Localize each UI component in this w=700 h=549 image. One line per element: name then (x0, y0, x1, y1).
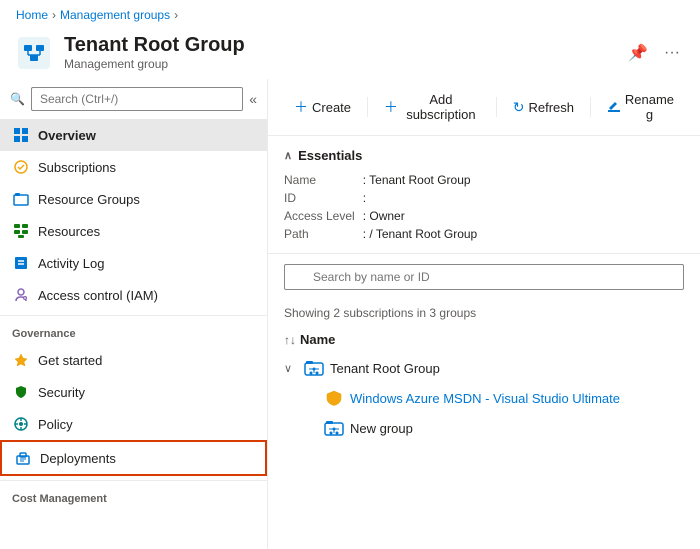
sidebar-search-input[interactable] (31, 87, 243, 111)
resources-icon (12, 222, 30, 240)
page-title-block: Tenant Root Group Management group (64, 34, 245, 71)
page-subtitle: Management group (64, 57, 245, 71)
subscription-icon (324, 388, 344, 408)
sidebar-item-label-policy: Policy (38, 417, 73, 432)
sidebar-item-label-overview: Overview (38, 128, 96, 143)
tree-azure-msdn-label[interactable]: Windows Azure MSDN - Visual Studio Ultim… (350, 391, 620, 406)
policy-icon (12, 415, 30, 433)
governance-section-label: Governance (0, 315, 267, 344)
content-search-input[interactable] (284, 264, 684, 290)
tree-item-azure-msdn[interactable]: Windows Azure MSDN - Visual Studio Ultim… (316, 383, 692, 413)
subscriptions-icon (12, 158, 30, 176)
id-value: : (363, 191, 684, 205)
search-icon: 🔍 (10, 92, 25, 106)
sort-icon[interactable]: ↑↓ (284, 333, 296, 347)
header-actions: 📌 ··· (624, 39, 684, 67)
toolbar-separator-2 (496, 97, 497, 117)
sidebar-item-activity-log[interactable]: Activity Log (0, 247, 267, 279)
resource-groups-icon (12, 190, 30, 208)
more-options-button[interactable]: ··· (660, 40, 684, 66)
cost-management-section-label: Cost Management (0, 480, 267, 509)
name-label: Name (284, 173, 355, 187)
add-subscription-label: Add subscription (402, 92, 480, 122)
path-label: Path (284, 227, 355, 241)
content-area: ＋ Create ＋ Add subscription ↻ Refresh Re… (268, 79, 700, 549)
sidebar-item-resources[interactable]: Resources (0, 215, 267, 247)
security-icon (12, 383, 30, 401)
name-col-label: Name (300, 332, 335, 347)
content-search-area: 🔍 (284, 264, 684, 290)
sidebar-search-box: 🔍 « (0, 79, 267, 119)
get-started-icon (12, 351, 30, 369)
content-search-wrapper: 🔍 (284, 264, 684, 290)
breadcrumb-home[interactable]: Home (16, 8, 48, 22)
essentials-grid: Name : Tenant Root Group ID : Access Lev… (284, 173, 684, 241)
tree-container: ∨ Tenant Root Group Windows Azure MSDN -… (268, 353, 700, 443)
activity-log-icon (12, 254, 30, 272)
deployments-icon (14, 449, 32, 467)
access-control-icon (12, 286, 30, 304)
sidebar-item-label-get-started: Get started (38, 353, 102, 368)
breadcrumb-management-groups[interactable]: Management groups (60, 8, 170, 22)
search-collapse-button[interactable]: « (249, 91, 257, 107)
id-label: ID (284, 191, 355, 205)
toolbar-separator-1 (367, 97, 368, 117)
essentials-header: ∧ Essentials (284, 148, 684, 163)
sidebar: 🔍 « Overview Subscriptions Resource Grou… (0, 79, 268, 549)
sidebar-item-security[interactable]: Security (0, 376, 267, 408)
pin-button[interactable]: 📌 (624, 39, 652, 67)
refresh-label: Refresh (528, 100, 574, 115)
sidebar-item-overview[interactable]: Overview (0, 119, 267, 151)
sidebar-item-deployments[interactable]: Deployments (0, 440, 267, 476)
tree-tenant-root-label: Tenant Root Group (330, 361, 440, 376)
tree-children: Windows Azure MSDN - Visual Studio Ultim… (276, 383, 692, 443)
essentials-section: ∧ Essentials Name : Tenant Root Group ID… (268, 136, 700, 254)
refresh-button[interactable]: ↻ Refresh (503, 94, 584, 121)
create-button[interactable]: ＋ Create (284, 92, 361, 122)
rename-label: Rename g (625, 92, 674, 122)
name-value: : Tenant Root Group (363, 173, 684, 187)
sidebar-item-resource-groups[interactable]: Resource Groups (0, 183, 267, 215)
tree-new-group-label: New group (350, 421, 413, 436)
access-label: Access Level (284, 209, 355, 223)
toolbar-separator-3 (590, 97, 591, 117)
sidebar-item-label-deployments: Deployments (40, 451, 116, 466)
create-icon: ＋ (294, 97, 308, 117)
add-subscription-button[interactable]: ＋ Add subscription (374, 87, 490, 127)
rename-button[interactable]: Rename g (597, 87, 684, 127)
access-value: : Owner (363, 209, 684, 223)
toolbar: ＋ Create ＋ Add subscription ↻ Refresh Re… (268, 79, 700, 136)
sidebar-item-label-resources: Resources (38, 224, 100, 239)
sidebar-item-get-started[interactable]: Get started (0, 344, 267, 376)
overview-icon (12, 126, 30, 144)
main-container: 🔍 « Overview Subscriptions Resource Grou… (0, 79, 700, 549)
breadcrumb: Home › Management groups › (0, 0, 700, 30)
sidebar-item-access-control[interactable]: Access control (IAM) (0, 279, 267, 311)
sidebar-item-subscriptions[interactable]: Subscriptions (0, 151, 267, 183)
sidebar-item-label-activity-log: Activity Log (38, 256, 104, 271)
refresh-icon: ↻ (513, 99, 525, 116)
page-header: Tenant Root Group Management group 📌 ··· (0, 30, 700, 79)
sidebar-item-label-resource-groups: Resource Groups (38, 192, 140, 207)
sidebar-item-label-subscriptions: Subscriptions (38, 160, 116, 175)
essentials-chevron-icon[interactable]: ∧ (284, 149, 292, 162)
essentials-title: Essentials (298, 148, 362, 163)
tree-item-tenant-root[interactable]: ∨ Tenant Root Group (276, 353, 692, 383)
path-value: : / Tenant Root Group (363, 227, 684, 241)
new-group-icon (324, 418, 344, 438)
name-column-header: ↑↓ Name (268, 326, 700, 353)
add-subscription-icon: ＋ (384, 97, 398, 117)
rename-icon (607, 100, 621, 114)
page-title: Tenant Root Group (64, 34, 245, 57)
subscription-count: Showing 2 subscriptions in 3 groups (268, 300, 700, 326)
tree-group-icon (304, 358, 324, 378)
sidebar-item-label-security: Security (38, 385, 85, 400)
tree-expand-icon[interactable]: ∨ (284, 362, 298, 375)
sidebar-item-policy[interactable]: Policy (0, 408, 267, 440)
tree-item-new-group[interactable]: New group (316, 413, 692, 443)
sidebar-item-label-access-control: Access control (IAM) (38, 288, 158, 303)
page-icon (16, 35, 52, 71)
create-label: Create (312, 100, 351, 115)
